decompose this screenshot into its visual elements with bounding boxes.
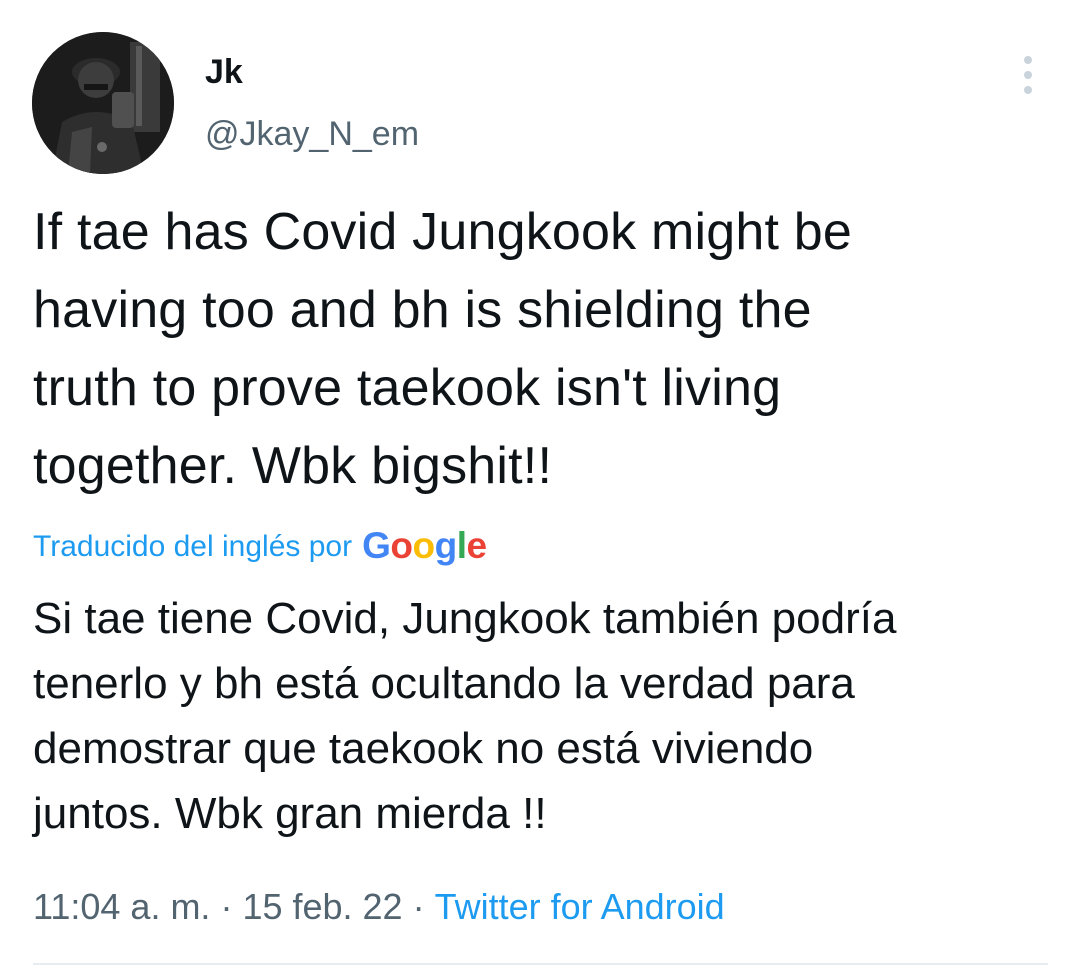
- google-logo: Google: [362, 524, 487, 566]
- more-vertical-icon-dot: [1024, 71, 1032, 79]
- meta-separator: ·: [220, 886, 233, 927]
- google-logo-letter: o: [390, 524, 413, 566]
- google-logo-letter: e: [466, 524, 487, 566]
- more-vertical-icon: [1024, 56, 1032, 64]
- divider: [33, 963, 1048, 965]
- tweet-text: If tae has Covid Jungkook might be havin…: [33, 203, 853, 495]
- translation-attribution: Traducido del inglés por Google: [33, 522, 487, 572]
- meta-separator: ·: [412, 886, 425, 927]
- google-logo-letter: g: [434, 524, 458, 566]
- google-logo-letter: l: [456, 524, 467, 566]
- more-options-button[interactable]: [1008, 52, 1048, 98]
- translation-label[interactable]: Traducido del inglés por: [33, 530, 352, 564]
- more-vertical-icon-dot: [1024, 86, 1032, 94]
- avatar[interactable]: [32, 32, 174, 174]
- google-logo-letter: G: [362, 524, 391, 566]
- translated-tweet-text: Si tae tiene Covid, Jungkook también pod…: [33, 594, 897, 838]
- tweet-date[interactable]: 15 feb. 22: [242, 886, 402, 927]
- tweet-source-link[interactable]: Twitter for Android: [435, 886, 725, 927]
- tweet-meta: 11:04 a. m. · 15 feb. 22 · Twitter for Andro…: [33, 882, 725, 932]
- author-handle[interactable]: @Jkay_N_em: [205, 112, 419, 156]
- avatar-photo-icon: [32, 32, 174, 174]
- google-logo-letter: o: [412, 524, 435, 566]
- tweet-time[interactable]: 11:04 a. m.: [33, 886, 210, 927]
- author-display-name[interactable]: Jk: [205, 50, 243, 94]
